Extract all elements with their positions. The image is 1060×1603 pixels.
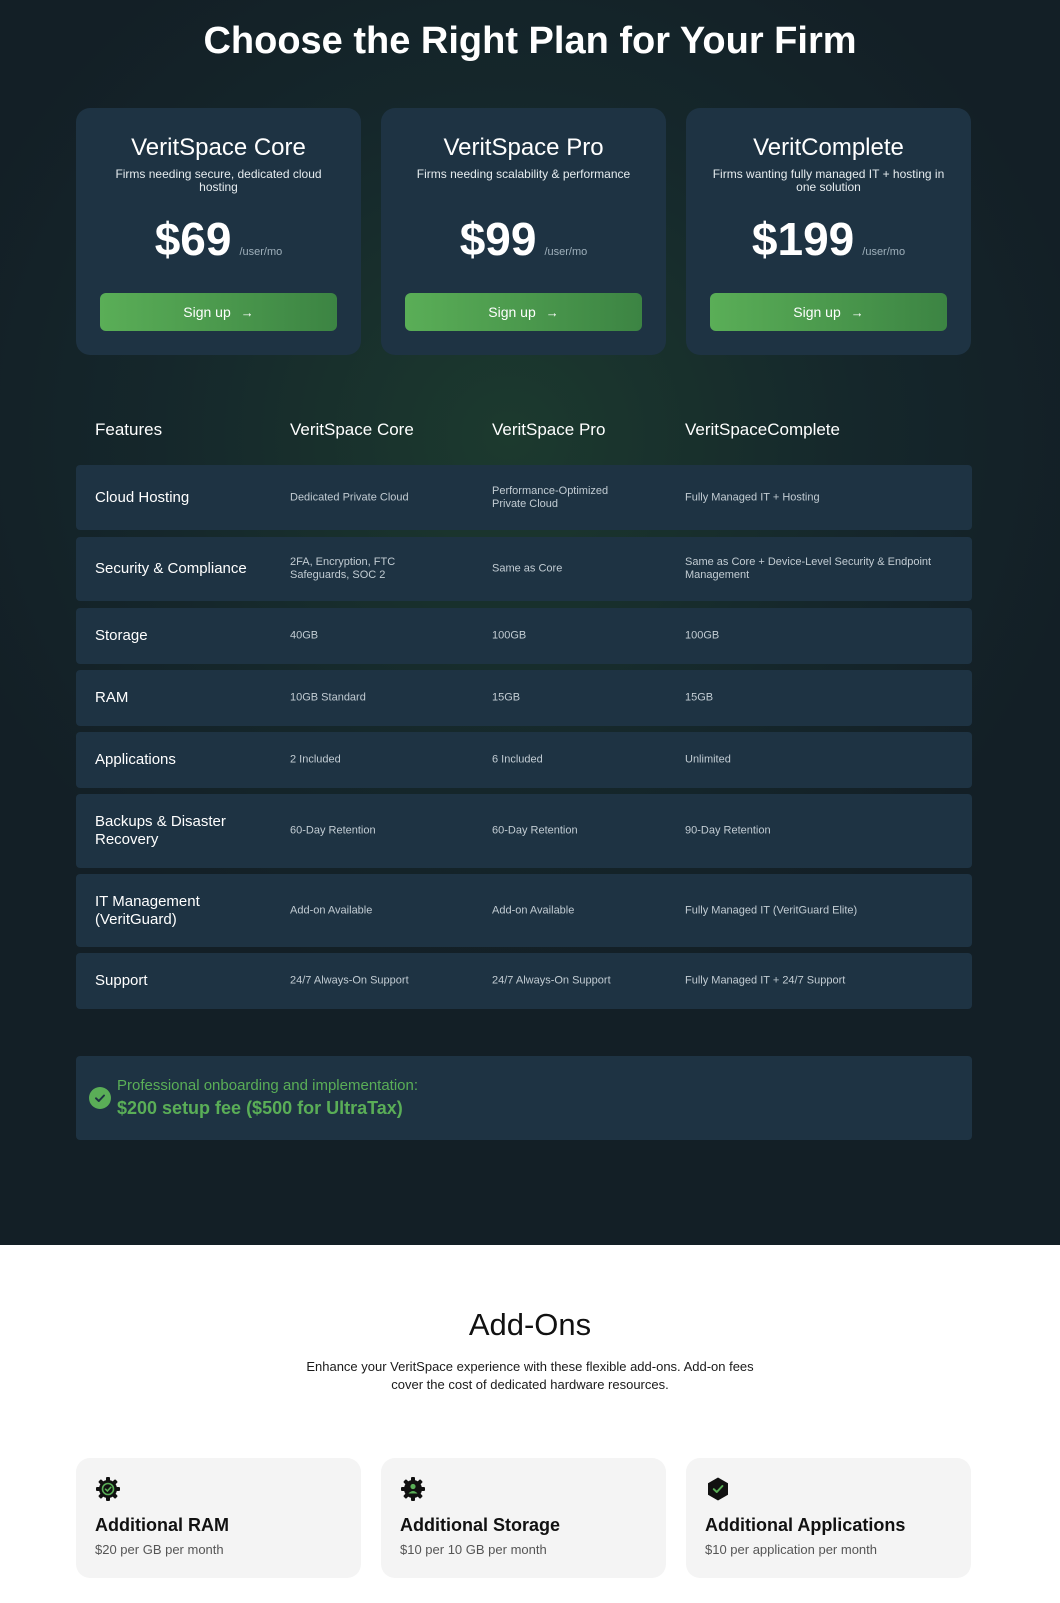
header-pro: VeritSpace Pro (492, 420, 606, 439)
table-row: Support 24/7 Always-On Support 24/7 Alwa… (76, 953, 972, 1009)
complete-value: Fully Managed IT + 24/7 Support (685, 974, 846, 987)
complete-value: Fully Managed IT (VeritGuard Elite) (685, 904, 858, 916)
price-unit: /user/mo (862, 246, 906, 258)
complete-value: Same as Core + Device-Level Security & E… (685, 556, 932, 581)
pro-value: Same as Core (492, 562, 563, 575)
complete-value: 100GB (685, 629, 720, 642)
addon-card-storage: Additional Storage $10 per 10 GB per mon… (381, 1458, 666, 1578)
complete-value: Fully Managed IT + Hosting (685, 491, 820, 503)
table-row: Storage 40GB 100GB 100GB (76, 608, 972, 664)
onboarding-banner: Professional onboarding and implementati… (76, 1056, 972, 1140)
onboarding-text: Professional onboarding and implementati… (117, 1077, 419, 1094)
pro-value: 24/7 Always-On Support (492, 974, 611, 987)
check-circle-icon (89, 1087, 111, 1109)
core-value: 10GB Standard (290, 691, 366, 704)
core-value: 2FA, Encryption, FTC Safeguards, SOC 2 (290, 556, 396, 581)
header-core: VeritSpace Core (290, 420, 414, 439)
addons-title: Add-Ons (468, 1307, 592, 1342)
pro-value: 6 Included (492, 753, 543, 766)
sign-up-button-core[interactable]: Sign up → (100, 293, 337, 331)
arrow-right-icon: → (545, 304, 559, 320)
addon-name: Additional Storage (400, 1515, 561, 1535)
pro-value: Add-on Available (492, 904, 575, 916)
arrow-right-icon: → (850, 304, 864, 320)
onboarding-fee: $200 setup fee ($500 for UltraTax) (117, 1098, 403, 1118)
sign-up-label: Sign up (488, 304, 536, 320)
gear-check-icon (95, 1476, 121, 1502)
feature-label: RAM (95, 689, 129, 706)
feature-label: Cloud Hosting (95, 488, 190, 506)
core-value: Dedicated Private Cloud (290, 491, 409, 503)
pricing-section: Choose the Right Plan for Your Firm Veri… (0, 0, 1060, 1245)
feature-label: IT Management (VeritGuard) (95, 892, 200, 928)
plan-description: Firms needing scalability & performance (416, 167, 631, 181)
header-complete: VeritSpaceComplete (685, 420, 840, 439)
core-value: 2 Included (290, 753, 341, 766)
core-value: 60-Day Retention (290, 824, 376, 837)
plan-cards: VeritSpace Core Firms needing secure, de… (76, 108, 972, 355)
header-features: Features (95, 420, 163, 439)
addon-price: $20 per GB per month (95, 1542, 224, 1557)
complete-value: Unlimited (685, 753, 731, 766)
plan-card-pro: VeritSpace Pro Firms needing scalability… (381, 108, 666, 355)
plan-description: Firms wanting fully managed IT + hosting… (712, 167, 945, 194)
table-row: RAM 10GB Standard 15GB 15GB (76, 670, 972, 726)
table-row: Cloud Hosting Dedicated Private Cloud Pe… (76, 465, 972, 530)
addons-subtitle: Enhance your VeritSpace experience with … (306, 1359, 754, 1392)
feature-label: Backups & Disaster Recovery (95, 813, 226, 848)
sign-up-label: Sign up (793, 304, 841, 320)
pro-value: 15GB (492, 691, 521, 704)
plan-card-core: VeritSpace Core Firms needing secure, de… (76, 108, 361, 355)
feature-label: Security & Compliance (95, 560, 247, 577)
plan-description: Firms needing secure, dedicated cloud ho… (115, 167, 322, 194)
complete-value: 15GB (685, 691, 714, 704)
table-row: Security & Compliance 2FA, Encryption, F… (76, 537, 972, 601)
plan-name: VeritSpace Pro (443, 134, 604, 161)
plan-price: $199 (751, 213, 855, 265)
core-value: Add-on Available (290, 904, 373, 916)
pro-value: 100GB (492, 629, 527, 642)
plan-card-complete: VeritComplete Firms wanting fully manage… (686, 108, 971, 355)
core-value: 24/7 Always-On Support (290, 974, 409, 987)
addon-name: Additional RAM (95, 1515, 229, 1535)
table-row: IT Management (VeritGuard) Add-on Availa… (76, 874, 972, 947)
sign-up-label: Sign up (183, 304, 231, 320)
feature-label: Storage (95, 627, 148, 644)
pro-value: 60-Day Retention (492, 824, 578, 837)
sign-up-button-complete[interactable]: Sign up → (710, 293, 947, 331)
addon-price: $10 per application per month (705, 1542, 878, 1557)
comparison-table-header: Features VeritSpace Core VeritSpace Pro … (76, 412, 972, 448)
feature-label: Support (95, 972, 148, 989)
addon-card-applications: Additional Applications $10 per applicat… (686, 1458, 971, 1578)
complete-value: 90-Day Retention (685, 824, 771, 837)
arrow-right-icon: → (240, 304, 254, 320)
page-title: Choose the Right Plan for Your Firm (203, 20, 857, 62)
table-row: Backups & Disaster Recovery 60-Day Reten… (76, 794, 972, 868)
core-value: 40GB (290, 629, 319, 642)
plan-name: VeritSpace Core (131, 134, 306, 161)
sign-up-button-pro[interactable]: Sign up → (405, 293, 642, 331)
addon-card-ram: Additional RAM $20 per GB per month (76, 1458, 361, 1578)
table-row: Applications 2 Included 6 Included Unlim… (76, 732, 972, 788)
plan-price: $69 (154, 213, 232, 265)
price-unit: /user/mo (239, 246, 283, 258)
addon-price: $10 per 10 GB per month (400, 1542, 547, 1557)
hexagon-check-icon (705, 1476, 731, 1502)
price-row: $69 /user/mo (76, 212, 361, 266)
plan-price: $99 (459, 213, 537, 265)
addons-section: Add-Ons Enhance your VeritSpace experien… (0, 1245, 1060, 1603)
price-row: $99 /user/mo (381, 212, 666, 266)
addon-name: Additional Applications (705, 1515, 906, 1535)
price-row: $199 /user/mo (686, 212, 971, 266)
gear-user-icon (400, 1476, 426, 1502)
feature-label: Applications (95, 751, 176, 768)
pro-value: Performance-Optimized Private Cloud (492, 484, 609, 510)
price-unit: /user/mo (544, 246, 588, 258)
plan-name: VeritComplete (753, 134, 904, 161)
